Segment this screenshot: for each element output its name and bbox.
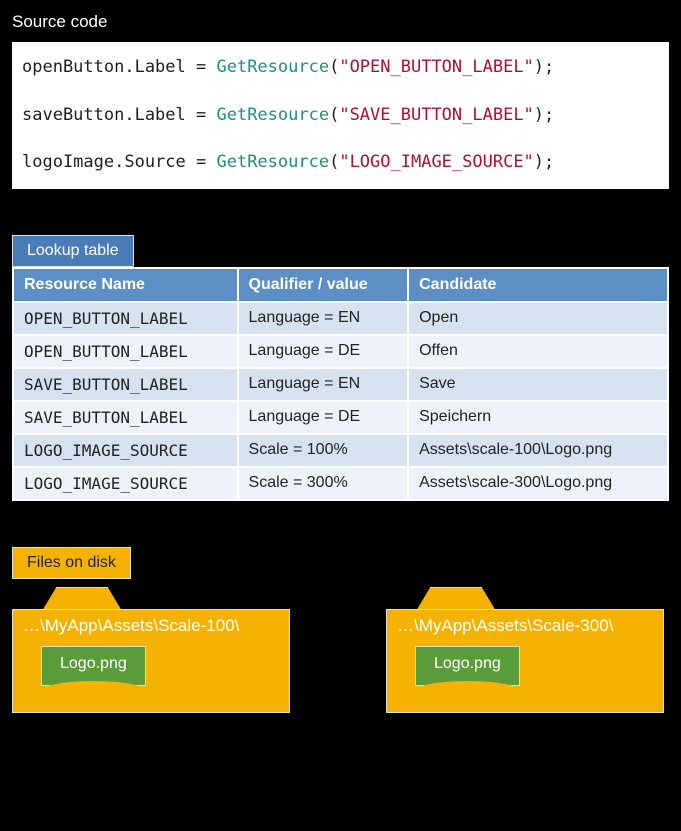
folder-tab-icon bbox=[42, 587, 122, 611]
code-line: openButton.Label = GetResource("OPEN_BUT… bbox=[22, 56, 659, 80]
source-code-label: Source code bbox=[12, 12, 669, 32]
table-row: LOGO_IMAGE_SOURCE Scale = 100% Assets\sc… bbox=[13, 434, 668, 467]
code-line: logoImage.Source = GetResource("LOGO_IMA… bbox=[22, 151, 659, 175]
folder-scale-300: …\MyApp\Assets\Scale-300\ Logo.png bbox=[386, 587, 664, 713]
lookup-table: Resource Name Qualifier / value Candidat… bbox=[12, 267, 669, 501]
table-row: SAVE_BUTTON_LABEL Language = EN Save bbox=[13, 368, 668, 401]
lookup-table-label: Lookup table bbox=[12, 235, 134, 267]
folder-path: …\MyApp\Assets\Scale-100\ bbox=[23, 616, 279, 636]
folder-path: …\MyApp\Assets\Scale-300\ bbox=[397, 616, 653, 636]
table-row: OPEN_BUTTON_LABEL Language = DE Offen bbox=[13, 335, 668, 368]
file-chip: Logo.png bbox=[415, 646, 520, 686]
col-qualifier: Qualifier / value bbox=[238, 268, 409, 302]
code-line: saveButton.Label = GetResource("SAVE_BUT… bbox=[22, 104, 659, 128]
source-code-block: openButton.Label = GetResource("OPEN_BUT… bbox=[12, 42, 669, 189]
file-chip: Logo.png bbox=[41, 646, 146, 686]
col-resource-name: Resource Name bbox=[13, 268, 238, 302]
col-candidate: Candidate bbox=[408, 268, 668, 302]
files-on-disk-label: Files on disk bbox=[12, 547, 131, 579]
table-row: LOGO_IMAGE_SOURCE Scale = 300% Assets\sc… bbox=[13, 467, 668, 500]
folder-scale-100: …\MyApp\Assets\Scale-100\ Logo.png bbox=[12, 587, 290, 713]
table-row: SAVE_BUTTON_LABEL Language = DE Speicher… bbox=[13, 401, 668, 434]
table-row: OPEN_BUTTON_LABEL Language = EN Open bbox=[13, 302, 668, 335]
folders-row: …\MyApp\Assets\Scale-100\ Logo.png …\MyA… bbox=[12, 587, 669, 713]
folder-tab-icon bbox=[416, 587, 496, 611]
